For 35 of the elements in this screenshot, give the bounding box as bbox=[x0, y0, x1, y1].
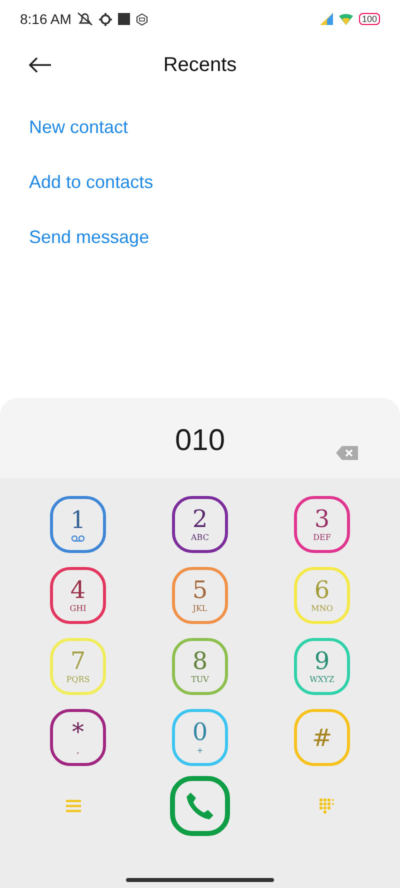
mute-icon bbox=[77, 12, 94, 26]
dial-key[interactable]: 7 PQRS bbox=[50, 638, 106, 695]
dial-key[interactable]: 1 bbox=[50, 496, 106, 553]
menu-icon bbox=[66, 799, 81, 813]
action-link[interactable]: Add to contacts bbox=[29, 155, 154, 210]
voicemail-icon bbox=[71, 535, 85, 542]
menu-button[interactable] bbox=[66, 799, 81, 813]
backspace-button[interactable] bbox=[336, 446, 358, 460]
dial-key[interactable]: 6 MNO bbox=[294, 567, 350, 624]
hexagon-icon bbox=[136, 12, 148, 26]
dial-key[interactable]: 0 + bbox=[172, 709, 228, 766]
signal-icon bbox=[320, 13, 333, 25]
dialpad-icon bbox=[319, 798, 334, 814]
dial-key[interactable]: 2 ABC bbox=[172, 496, 228, 553]
dial-key[interactable]: * , bbox=[50, 709, 106, 766]
action-link[interactable]: Send message bbox=[29, 210, 150, 265]
dial-key[interactable]: 3 DEF bbox=[294, 496, 350, 553]
action-link[interactable]: New contact bbox=[29, 100, 128, 155]
dial-key[interactable]: 8 TUV bbox=[172, 638, 228, 695]
dial-key[interactable]: 9 WXYZ bbox=[294, 638, 350, 695]
phone-icon bbox=[184, 790, 216, 822]
call-button[interactable] bbox=[170, 776, 230, 836]
clock: 8:16 AM bbox=[20, 11, 72, 27]
dial-key[interactable]: # bbox=[294, 709, 350, 766]
battery-icon: 100 bbox=[358, 13, 380, 25]
dialed-number: 010 bbox=[174, 424, 226, 458]
dialpad-button[interactable] bbox=[319, 798, 334, 814]
backspace-icon bbox=[336, 446, 358, 460]
dial-key[interactable]: 4 GHI bbox=[50, 567, 106, 624]
gear-icon bbox=[99, 12, 112, 26]
square-icon bbox=[118, 13, 130, 25]
dial-key[interactable]: 5 JKL bbox=[172, 567, 228, 624]
page-title: Recents bbox=[163, 54, 237, 76]
back-arrow-icon bbox=[28, 57, 52, 73]
wifi-icon bbox=[338, 14, 353, 24]
